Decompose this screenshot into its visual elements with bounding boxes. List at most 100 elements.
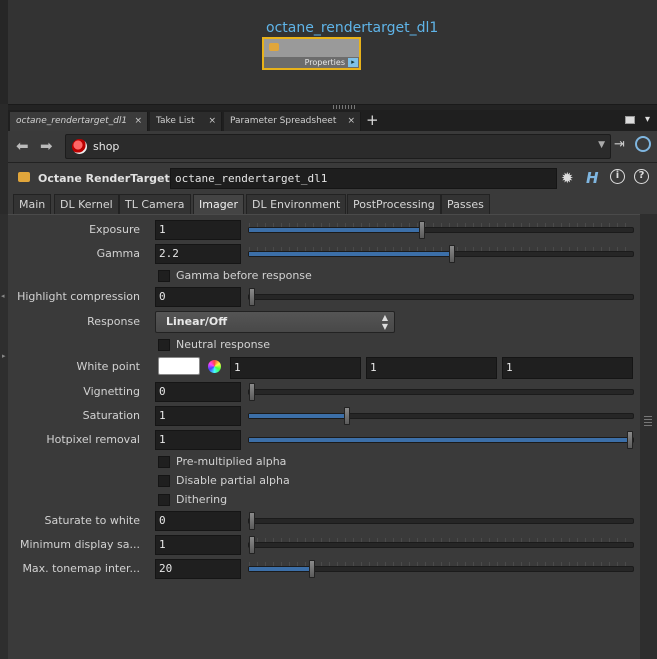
saturate-to-white-field[interactable]: 0 bbox=[155, 511, 241, 531]
help-icon[interactable]: ? bbox=[634, 169, 649, 184]
back-arrow-icon[interactable]: ⬅ bbox=[16, 137, 29, 155]
slider-handle[interactable] bbox=[249, 512, 255, 530]
param-label: Minimum display sa... bbox=[20, 538, 140, 551]
color-wheel-icon[interactable] bbox=[208, 360, 221, 373]
rendertarget-icon bbox=[269, 43, 279, 51]
tab-main[interactable]: Main bbox=[13, 194, 52, 214]
gamma-slider[interactable] bbox=[248, 245, 634, 263]
checkbox-label: Gamma before response bbox=[176, 269, 312, 282]
pane-menu-icon[interactable]: ▾ bbox=[645, 114, 650, 125]
tab-passes[interactable]: Passes bbox=[441, 194, 490, 214]
tab-tl-camera[interactable]: TL Camera bbox=[119, 194, 191, 214]
link-pane-icon[interactable] bbox=[635, 136, 651, 152]
neutral-response-checkbox[interactable] bbox=[158, 339, 170, 351]
tab-dl-environment[interactable]: DL Environment bbox=[246, 194, 347, 214]
collapse-right-icon[interactable]: ▸ bbox=[2, 352, 6, 360]
tab-dl-kernel[interactable]: DL Kernel bbox=[54, 194, 119, 214]
param-label: Highlight compression bbox=[17, 290, 140, 303]
saturation-slider[interactable] bbox=[248, 407, 634, 425]
left-collapse-strip[interactable]: ◂ ▸ bbox=[0, 214, 8, 659]
pane-layout-icon[interactable] bbox=[625, 116, 635, 124]
param-label: Gamma bbox=[96, 247, 140, 260]
chevron-down-icon[interactable]: ▼ bbox=[598, 140, 605, 150]
checkbox-label: Dithering bbox=[176, 493, 228, 506]
node-flag-icon[interactable]: ▸ bbox=[348, 58, 358, 67]
add-tab-icon[interactable]: + bbox=[366, 111, 379, 129]
slider-handle[interactable] bbox=[449, 245, 455, 263]
highlight-compression-field[interactable]: 0 bbox=[155, 287, 241, 307]
slider-handle[interactable] bbox=[249, 536, 255, 554]
white-point-r-field[interactable]: 1 bbox=[230, 357, 361, 379]
slider-ticks bbox=[249, 538, 633, 542]
gear-icon[interactable]: ✹ bbox=[561, 169, 574, 187]
tab-parameters[interactable]: octane_rendertarget_dl1 × bbox=[10, 112, 148, 131]
operator-name-field[interactable]: octane_rendertarget_dl1 bbox=[170, 168, 557, 189]
param-gamma: Gamma 2.2 bbox=[8, 243, 640, 265]
slider-handle[interactable] bbox=[627, 431, 633, 449]
checkbox-label: Pre-multiplied alpha bbox=[176, 455, 287, 468]
slider-handle[interactable] bbox=[249, 383, 255, 401]
hotpixel-removal-slider[interactable] bbox=[248, 431, 634, 449]
param-label: White point bbox=[76, 360, 140, 373]
slider-ticks bbox=[249, 562, 633, 566]
slider-handle[interactable] bbox=[419, 221, 425, 239]
slider-fill bbox=[249, 438, 630, 442]
forward-arrow-icon[interactable]: ➡ bbox=[40, 137, 53, 155]
close-icon[interactable]: × bbox=[347, 112, 355, 131]
gamma-field[interactable]: 2.2 bbox=[155, 244, 241, 264]
node-title: octane_rendertarget_dl1 bbox=[266, 20, 439, 36]
parameter-tabs: Main DL Kernel TL Camera Imager DL Envir… bbox=[8, 192, 657, 214]
tab-postprocessing[interactable]: PostProcessing bbox=[347, 194, 441, 214]
close-icon[interactable]: × bbox=[134, 112, 142, 131]
param-label: Vignetting bbox=[83, 385, 140, 398]
white-point-b-field[interactable]: 1 bbox=[502, 357, 633, 379]
slider-handle[interactable] bbox=[344, 407, 350, 425]
saturation-field[interactable]: 1 bbox=[155, 406, 241, 426]
parameter-panel: Exposure 1 Gamma 2.2 Gamma before respon… bbox=[8, 214, 640, 659]
slider-handle[interactable] bbox=[309, 560, 315, 578]
tab-parameter-spreadsheet[interactable]: Parameter Spreadsheet × bbox=[224, 112, 361, 131]
right-scroll-strip[interactable] bbox=[640, 214, 657, 659]
param-vignetting: Vignetting 0 bbox=[8, 381, 640, 403]
disable-partial-alpha-checkbox[interactable] bbox=[158, 475, 170, 487]
slider-handle[interactable] bbox=[249, 288, 255, 306]
premultiplied-alpha-checkbox[interactable] bbox=[158, 456, 170, 468]
min-display-samples-field[interactable]: 1 bbox=[155, 535, 241, 555]
info-icon[interactable]: i bbox=[610, 169, 625, 184]
min-display-samples-slider[interactable] bbox=[248, 536, 634, 554]
splitter-grip-icon[interactable] bbox=[333, 105, 355, 109]
vignetting-slider[interactable] bbox=[248, 383, 634, 401]
tab-take-list[interactable]: Take List × bbox=[150, 112, 222, 131]
houdini-help-icon[interactable]: H bbox=[586, 169, 599, 187]
close-icon[interactable]: × bbox=[208, 112, 216, 131]
shop-network-icon bbox=[72, 139, 87, 154]
pane-tab-bar: octane_rendertarget_dl1 × Take List × Pa… bbox=[8, 110, 657, 131]
max-tonemap-interval-field[interactable]: 20 bbox=[155, 559, 241, 579]
response-menu[interactable]: Linear/Off ▲ ▼ bbox=[155, 311, 395, 333]
white-point-swatch[interactable] bbox=[158, 357, 200, 375]
checkbox-label: Neutral response bbox=[176, 338, 271, 351]
tab-imager[interactable]: Imager bbox=[193, 194, 244, 214]
saturate-to-white-slider[interactable] bbox=[248, 512, 634, 530]
scroll-grip-icon[interactable] bbox=[644, 414, 652, 426]
path-field[interactable]: shop ▼ bbox=[65, 134, 611, 159]
hotpixel-removal-field[interactable]: 1 bbox=[155, 430, 241, 450]
white-point-g-field[interactable]: 1 bbox=[366, 357, 497, 379]
param-label: Hotpixel removal bbox=[46, 433, 140, 446]
param-label: Max. tonemap inter... bbox=[22, 562, 140, 575]
node-flag-label: Properties bbox=[264, 57, 359, 68]
network-view[interactable]: octane_rendertarget_dl1 Properties ▸ bbox=[0, 0, 657, 104]
pin-icon[interactable]: ⇥ bbox=[614, 137, 625, 152]
gamma-before-response-checkbox[interactable] bbox=[158, 270, 170, 282]
max-tonemap-interval-slider[interactable] bbox=[248, 560, 634, 578]
collapse-left-icon[interactable]: ◂ bbox=[1, 292, 5, 300]
exposure-slider[interactable] bbox=[248, 221, 634, 239]
operator-header: Octane RenderTarget octane_rendertarget_… bbox=[8, 163, 657, 192]
checkbox-label: Disable partial alpha bbox=[176, 474, 290, 487]
param-neutral-response: Neutral response bbox=[8, 334, 640, 356]
vignetting-field[interactable]: 0 bbox=[155, 382, 241, 402]
dithering-checkbox[interactable] bbox=[158, 494, 170, 506]
exposure-field[interactable]: 1 bbox=[155, 220, 241, 240]
highlight-compression-slider[interactable] bbox=[248, 288, 634, 306]
rendertarget-node[interactable]: Properties ▸ bbox=[262, 37, 361, 70]
